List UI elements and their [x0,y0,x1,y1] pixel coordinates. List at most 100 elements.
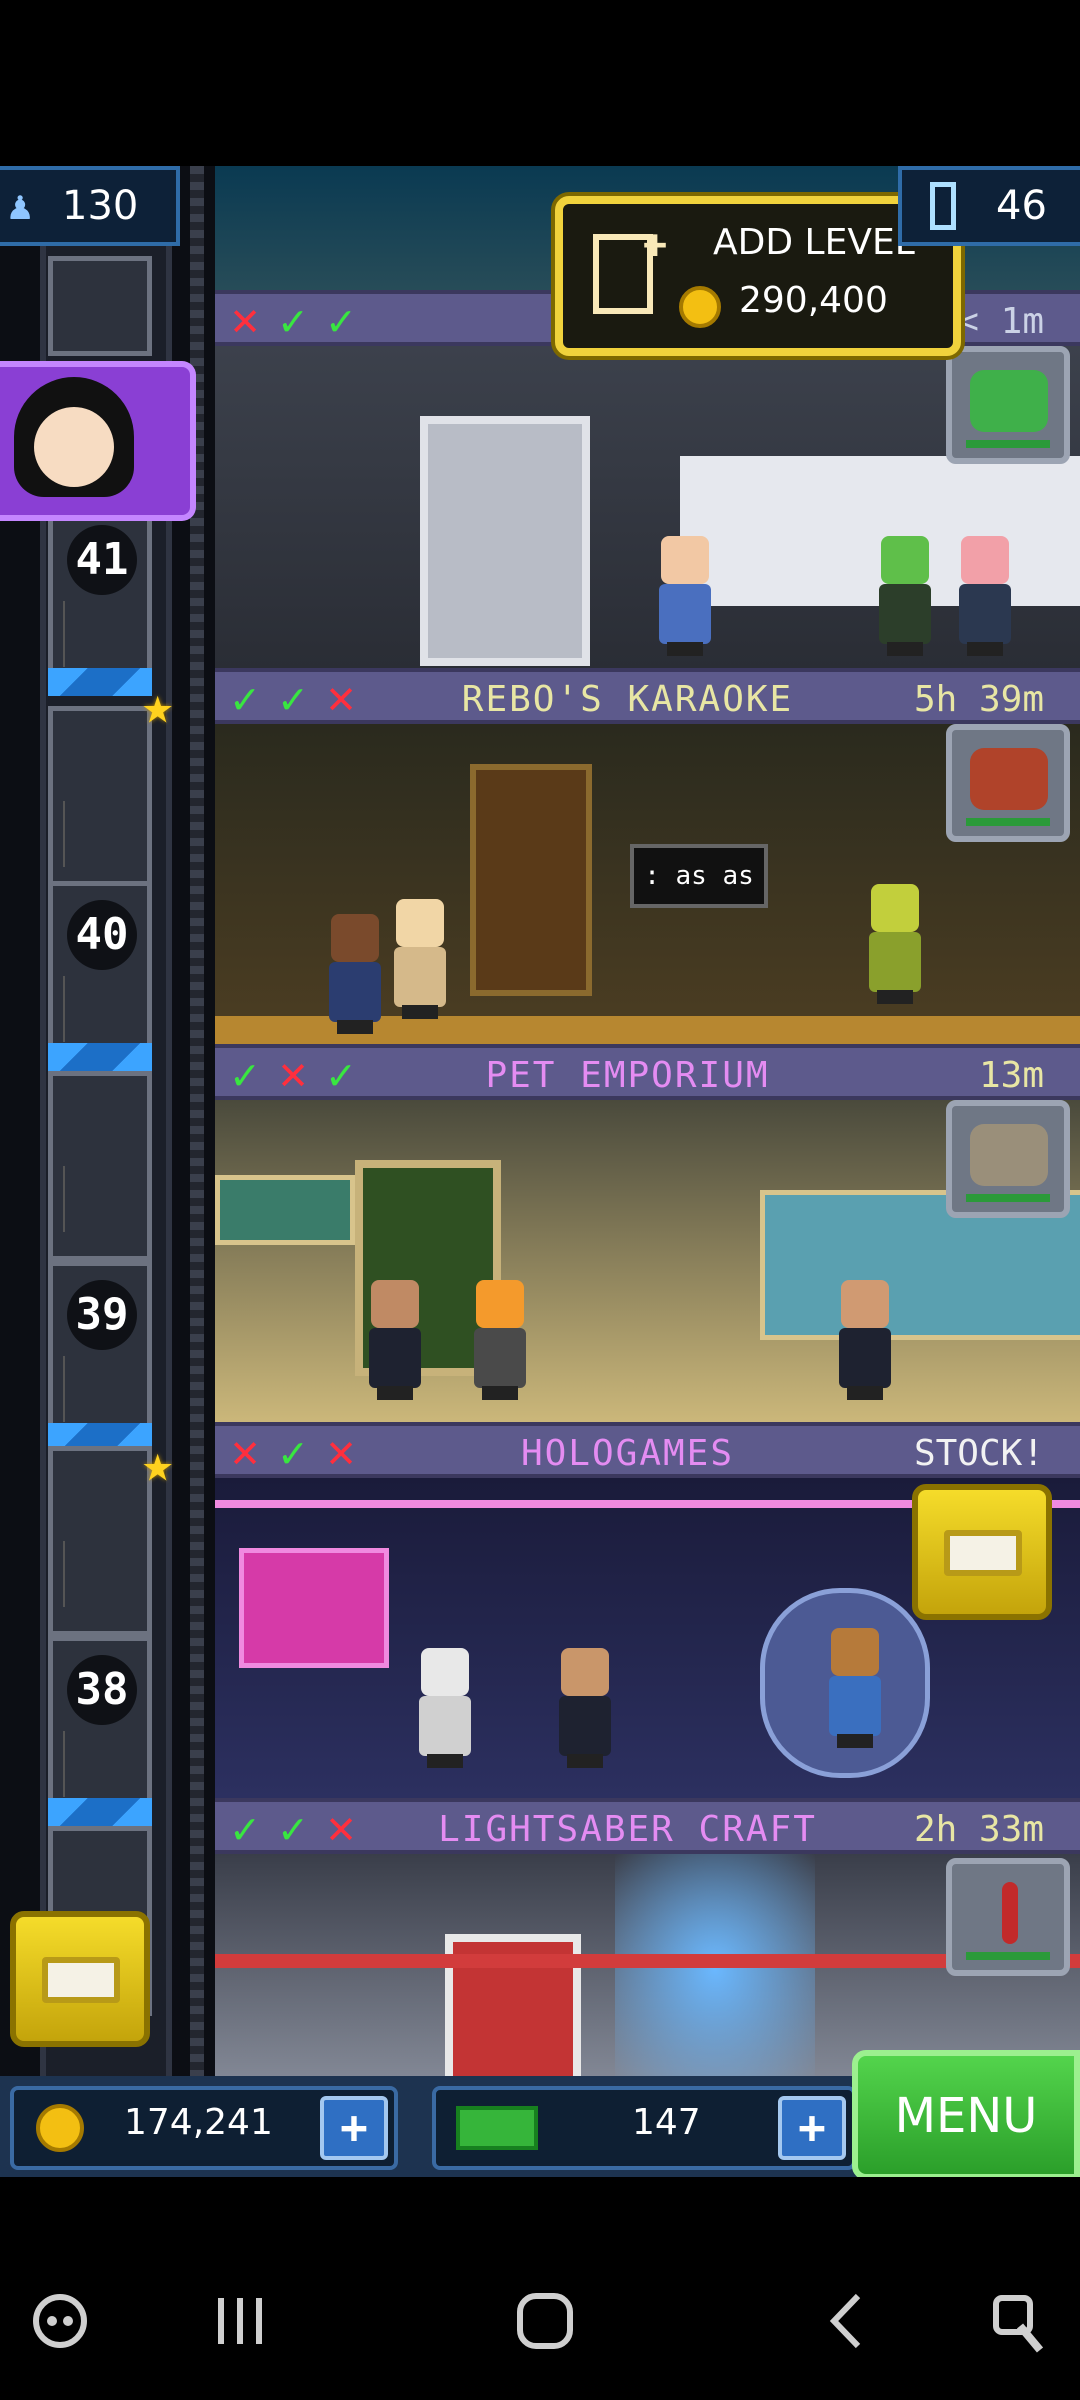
floor-timer: 5h 39m [913,679,1044,720]
floor-timer: < 1m [957,301,1044,342]
bitizen-character[interactable] [415,1648,475,1768]
person-icon: ♟ [8,183,33,229]
population-counter[interactable]: ♟ 130 [0,166,180,246]
floor-product-thumbnail[interactable] [946,1858,1070,1976]
coins-value: 174,241 [124,2102,273,2143]
floor-name: HOLOGAMES [520,1433,735,1474]
coin-icon [36,2104,84,2152]
bitizen-character[interactable] [470,1280,530,1400]
add-level-cost: 290,400 [739,280,888,321]
floor-banner[interactable]: ✓ ✓ ✕ REBO'S KARAOKE 5h 39m [215,668,1080,724]
room-door [470,764,592,996]
bitizen-character[interactable] [875,536,935,656]
floor-banner[interactable]: ✓ ✕ ✓ PET EMPORIUM 13m [215,1044,1080,1100]
building-icon [930,182,956,230]
floor-hologames[interactable]: ✕ ✓ ✕ HOLOGAMES STOCK! [215,1422,1080,1798]
check-ok-icon: ✓ [277,678,309,722]
floor-pet-emporium[interactable]: ✓ ✕ ✓ PET EMPORIUM 13m [215,1044,1080,1422]
check-no-icon: ✕ [229,300,261,344]
elevator-car [48,1071,152,1261]
check-ok-icon: ✓ [325,300,357,344]
menu-button[interactable]: MENU [852,2050,1080,2177]
check-ok-icon: ✓ [277,1808,309,1852]
floor-product-thumbnail[interactable] [946,346,1070,464]
check-no-icon: ✕ [325,1432,357,1476]
crate-icon [944,1530,1022,1576]
bitizen-character[interactable] [955,536,1015,656]
elevator-car [48,706,152,896]
bitizen-character[interactable] [835,1280,895,1400]
buy-coins-button[interactable]: + [320,2096,388,2160]
vip-avatar-button[interactable] [0,361,196,521]
crate-icon [42,1957,120,2003]
floor-banner[interactable]: ✕ ✓ ✕ HOLOGAMES STOCK! [215,1422,1080,1478]
bitizen-character[interactable] [365,1280,425,1400]
check-ok-icon: ✓ [277,300,309,344]
bux-icon [456,2106,538,2150]
floor-number: 41 [67,525,137,595]
bottom-hud: 174,241 + 147 + MENU [0,2050,1080,2177]
tower-floors[interactable]: ✕ ✓ ✓ L < 1m ✓ ✓ ✕ [215,166,1080,2177]
game-launcher-icon[interactable] [30,2286,90,2356]
game-viewport[interactable]: 41 40 39 38 ★ ★ ♟ 130 ✕ ✓ ✓ < 1m ✓ ✓ ✕ R… [0,166,1080,2177]
bitizen-character[interactable] [655,536,715,656]
check-ok-icon: ✓ [229,678,261,722]
elevator-car [48,1446,152,1636]
bux-counter[interactable]: 147 + [432,2086,856,2170]
floor-name: REBO'S KARAOKE [461,679,794,720]
floor-number: 39 [67,1280,137,1350]
karaoke-screen: : as as [630,844,768,908]
bitizen-character[interactable] [555,1648,615,1768]
coin-icon [679,286,721,328]
elevator-car-39[interactable]: 39 [48,1261,152,1451]
check-ok-icon: ✓ [325,1054,357,1098]
check-ok-icon: ✓ [229,1808,261,1852]
elevator-car-41[interactable]: 41 [48,506,152,696]
avatar [14,377,134,497]
floor-name: LIGHTSABER CRAFT [438,1809,817,1850]
levels-value: 46 [996,183,1047,229]
system-navigation-bar [0,2246,1080,2400]
aquarium [215,1175,355,1245]
plus-icon: + [643,222,668,268]
check-no-icon: ✕ [229,1432,261,1476]
elevator-car-40[interactable]: 40 [48,881,152,1071]
floor-product-thumbnail[interactable] [946,724,1070,842]
elevator-column[interactable]: 41 40 39 38 ★ ★ ♟ 130 [0,166,215,2177]
bitizen-character[interactable] [390,899,450,1019]
floor-timer: 2h 33m [913,1809,1044,1850]
star-icon: ★ [142,676,174,736]
back-icon[interactable] [820,2286,870,2356]
check-no-icon: ✕ [325,1808,357,1852]
buy-bux-button[interactable]: + [778,2096,846,2160]
floor-timer: 13m [978,1055,1044,1096]
check-ok-icon: ✓ [229,1054,261,1098]
population-value: 130 [62,183,139,229]
star-icon: ★ [142,1434,174,1494]
restock-crate-button[interactable] [912,1484,1052,1620]
bux-value: 147 [632,2102,701,2143]
bitizen-character[interactable] [325,914,385,1034]
delivery-crate-button[interactable] [10,1911,150,2047]
elevator-door [420,416,590,666]
floor-banner[interactable]: ✓ ✓ ✕ LIGHTSABER CRAFT 2h 33m [215,1798,1080,1854]
tower-levels-counter[interactable]: 46 [898,166,1080,246]
bitizen-character[interactable] [865,884,925,1004]
elevator-car-38[interactable]: 38 [48,1636,152,1826]
floor-rebos-karaoke[interactable]: ✓ ✓ ✕ REBO'S KARAOKE 5h 39m : as as [215,668,1080,1044]
bitizen-character[interactable] [825,1628,885,1748]
floor-name: PET EMPORIUM [485,1055,770,1096]
recent-apps-icon[interactable] [210,2286,270,2356]
coins-counter[interactable]: 174,241 + [10,2086,398,2170]
check-no-icon: ✕ [325,678,357,722]
check-no-icon: ✕ [277,1054,309,1098]
forge-glow [615,1854,815,2084]
floor-status: STOCK! [913,1433,1044,1474]
floor-product-thumbnail[interactable] [946,1100,1070,1218]
floor-number: 38 [67,1655,137,1725]
screenshot-assist-icon[interactable] [990,2286,1050,2356]
check-ok-icon: ✓ [277,1432,309,1476]
add-level-label: ADD LEVEL [713,222,915,263]
arcade-screen [239,1548,389,1668]
home-icon[interactable] [510,2286,580,2356]
